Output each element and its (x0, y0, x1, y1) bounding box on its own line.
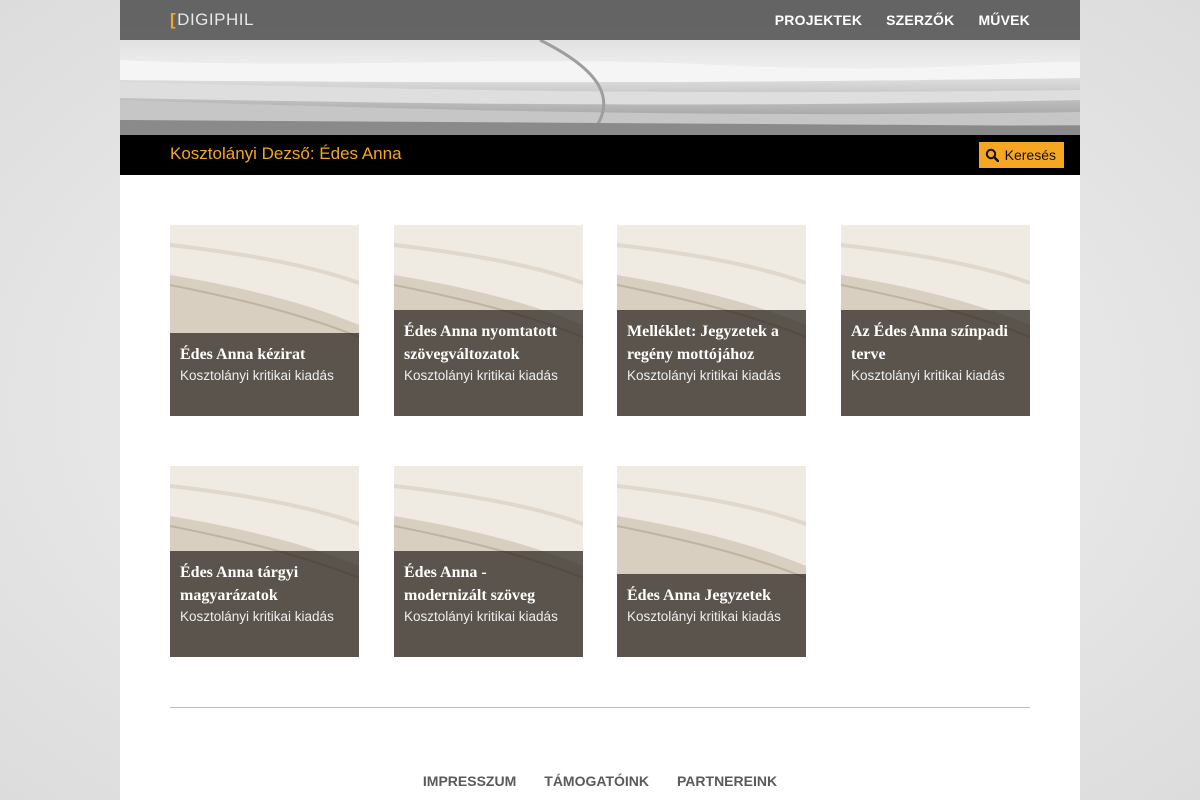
page-title: Kosztolányi Dezső: Édes Anna (170, 144, 402, 163)
hero-banner-image: [ DIGIPHIL PROJEKTEK SZERZŐK MŰVEK (120, 0, 1080, 135)
card-caption: Melléklet: Jegyzetek a regény mottójához… (617, 310, 806, 416)
work-card[interactable]: Édes Anna tárgyi magyarázatok Kosztolány… (170, 466, 359, 657)
card-subtitle: Kosztolányi kritikai kiadás (180, 609, 334, 624)
card-title: Édes Anna kézirat (180, 346, 306, 363)
digiphil-logo[interactable]: [ DIGIPHIL (170, 10, 254, 30)
search-button-label: Keresés (1004, 147, 1056, 163)
card-subtitle: Kosztolányi kritikai kiadás (627, 368, 781, 383)
card-caption: Édes Anna Jegyzetek Kosztolányi kritikai… (617, 574, 806, 657)
card-subtitle: Kosztolányi kritikai kiadás (180, 368, 334, 383)
logo-text: DIGIPHIL (177, 10, 254, 29)
card-title: Az Édes Anna színpadi terve (851, 323, 1008, 363)
work-card[interactable]: Édes Anna kézirat Kosztolányi kritikai k… (170, 225, 359, 416)
nav-projects-link[interactable]: PROJEKTEK (775, 12, 862, 28)
card-subtitle: Kosztolányi kritikai kiadás (404, 609, 558, 624)
card-caption: Édes Anna nyomtatott szövegváltozatok Ko… (394, 310, 583, 416)
main-nav: PROJEKTEK SZERZŐK MŰVEK (775, 0, 1030, 40)
card-subtitle: Kosztolányi kritikai kiadás (404, 368, 558, 383)
search-button[interactable]: Keresés (978, 142, 1064, 168)
card-title: Édes Anna Jegyzetek (627, 587, 771, 604)
footer-supporters-link[interactable]: TÁMOGATÓINK (544, 773, 649, 789)
search-icon (985, 148, 999, 162)
card-title: Édes Anna tárgyi magyarázatok (180, 564, 299, 604)
top-navbar: [ DIGIPHIL PROJEKTEK SZERZŐK MŰVEK (120, 0, 1080, 40)
card-title: Édes Anna nyomtatott szövegváltozatok (404, 323, 557, 363)
work-card[interactable]: Édes Anna Jegyzetek Kosztolányi kritikai… (617, 466, 806, 657)
work-card[interactable]: Az Édes Anna színpadi terve Kosztolányi … (841, 225, 1030, 416)
footer-nav: IMPRESSZUM TÁMOGATÓINK PARTNEREINK (120, 773, 1080, 789)
card-caption: Édes Anna kézirat Kosztolányi kritikai k… (170, 333, 359, 416)
card-caption: Édes Anna - modernizált szöveg Kosztolán… (394, 551, 583, 657)
work-card[interactable]: Édes Anna nyomtatott szövegváltozatok Ko… (394, 225, 583, 416)
nav-authors-link[interactable]: SZERZŐK (886, 12, 954, 28)
nav-works-link[interactable]: MŰVEK (978, 12, 1030, 28)
card-title: Melléklet: Jegyzetek a regény mottójához (627, 323, 779, 363)
card-title: Édes Anna - modernizált szöveg (404, 564, 536, 604)
logo-bracket: [ (170, 10, 177, 29)
card-subtitle: Kosztolányi kritikai kiadás (851, 368, 1005, 383)
card-caption: Édes Anna tárgyi magyarázatok Kosztolány… (170, 551, 359, 657)
work-card[interactable]: Édes Anna - modernizált szöveg Kosztolán… (394, 466, 583, 657)
footer-divider (170, 707, 1030, 708)
footer-impresszum-link[interactable]: IMPRESSZUM (423, 773, 516, 789)
title-bar: Kosztolányi Dezső: Édes Anna Keresés (120, 135, 1080, 175)
work-card[interactable]: Melléklet: Jegyzetek a regény mottójához… (617, 225, 806, 416)
card-subtitle: Kosztolányi kritikai kiadás (627, 609, 781, 624)
card-caption: Az Édes Anna színpadi terve Kosztolányi … (841, 310, 1030, 416)
footer-partners-link[interactable]: PARTNEREINK (677, 773, 777, 789)
page: [ DIGIPHIL PROJEKTEK SZERZŐK MŰVEK Koszt… (120, 0, 1080, 800)
